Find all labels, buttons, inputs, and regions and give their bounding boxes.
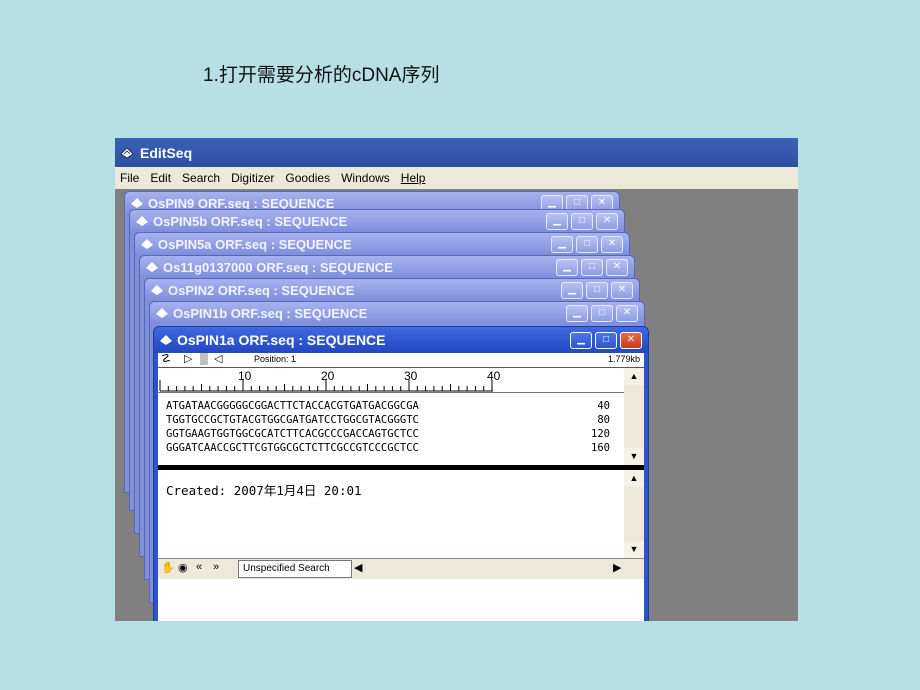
window-title: Os11g0137000 ORF.seq : SEQUENCE [163, 259, 393, 275]
maximize-icon[interactable]: □ [576, 235, 598, 253]
sequence-row: TGGTGCCGCTGTACGTGGCGATGATCCTGGCGTACGGGTC [166, 414, 419, 426]
strand-icon[interactable]: ☡ [161, 353, 171, 366]
stripe-icon[interactable]: ▒ [200, 353, 208, 366]
maximize-icon[interactable]: □ [571, 212, 593, 230]
minimize-icon[interactable]: ▁ [566, 304, 588, 322]
window-ospin1a-active[interactable]: OsPIN1a ORF.seq : SEQUENCE ▁ □ ✕ ☡ ▷ ▒ ◁ P… [153, 326, 649, 621]
window-titlebar[interactable]: OsPIN1b ORF.seq : SEQUENCE ▁ □ ✕ [150, 302, 644, 324]
ruler-label-10: 10 [238, 369, 252, 383]
menu-search[interactable]: Search [177, 171, 225, 185]
sequence-size: 1.779kb [607, 354, 640, 364]
maximize-icon[interactable]: □ [591, 304, 613, 322]
notes-area[interactable]: Created: 2007年1月4日 20:01 [158, 470, 624, 560]
editseq-icon [131, 198, 143, 208]
menu-file[interactable]: File [115, 171, 144, 185]
menu-windows[interactable]: Windows [336, 171, 395, 185]
search-mode-field[interactable]: Unspecified Search [238, 560, 352, 578]
editseq-icon [156, 308, 168, 318]
window-title: OsPIN5b ORF.seq : SEQUENCE [153, 213, 348, 229]
scroll-down-icon[interactable]: ▼ [624, 541, 644, 558]
minimize-icon[interactable]: ▁ [551, 235, 573, 253]
rewind-icon[interactable]: « [196, 561, 202, 573]
position-readout: Position: 1 [254, 354, 297, 364]
close-icon[interactable]: ✕ [606, 258, 628, 276]
notes-scrollbar[interactable]: ▲ ▼ [624, 470, 644, 558]
close-icon[interactable]: ✕ [611, 281, 633, 299]
window-title: OsPIN5a ORF.seq : SEQUENCE [158, 236, 352, 252]
notes-text: Created: 2007年1月4日 20:01 [166, 483, 362, 498]
sequence-editor: ☡ ▷ ▒ ◁ Position: 1 1.779kb 10 20 30 40 [158, 353, 644, 621]
minimize-icon[interactable]: ▁ [546, 212, 568, 230]
maximize-icon[interactable]: □ [581, 258, 603, 276]
play-left-icon[interactable]: ◁ [214, 353, 222, 366]
active-window-titlebar[interactable]: OsPIN1a ORF.seq : SEQUENCE ▁ □ ✕ [154, 327, 648, 353]
ruler-label-30: 30 [404, 369, 418, 383]
window-titlebar[interactable]: OsPIN5b ORF.seq : SEQUENCE ▁ □ ✕ [130, 210, 624, 232]
sequence-row-number: 160 [591, 442, 610, 454]
minimize-icon[interactable]: ▁ [570, 331, 592, 349]
scroll-up-icon[interactable]: ▲ [624, 470, 644, 487]
editseq-icon [141, 239, 153, 249]
fast-forward-icon[interactable]: » [213, 561, 219, 573]
minimize-icon[interactable]: ▁ [556, 258, 578, 276]
maximize-icon[interactable]: □ [595, 331, 617, 349]
sequence-text-area[interactable]: ATGATAACGGGGGCGGACTTCTACCACGTGATGACGGCGA… [158, 393, 624, 465]
close-icon[interactable]: ✕ [620, 331, 642, 349]
sequence-toolbar: ☡ ▷ ▒ ◁ Position: 1 1.779kb [158, 353, 644, 368]
minimize-icon[interactable]: ▁ [561, 281, 583, 299]
app-titlebar[interactable]: EditSeq [115, 138, 798, 167]
hand-icon[interactable]: ✋ [161, 561, 175, 574]
maximize-icon[interactable]: □ [586, 281, 608, 299]
editseq-icon [160, 335, 172, 345]
scroll-down-icon[interactable]: ▼ [624, 448, 644, 465]
play-right-icon[interactable]: ▷ [184, 353, 192, 366]
window-titlebar[interactable]: Os11g0137000 ORF.seq : SEQUENCE ▁ □ ✕ [140, 256, 634, 278]
ruler-ticks [159, 380, 493, 392]
menu-help[interactable]: Help [396, 171, 431, 185]
sequence-scrollbar[interactable]: ▲ ▼ [624, 368, 644, 465]
close-icon[interactable]: ✕ [596, 212, 618, 230]
app-title: EditSeq [140, 144, 193, 161]
eye-icon[interactable]: ◉ [178, 561, 188, 574]
window-titlebar[interactable]: OsPIN2 ORF.seq : SEQUENCE ▁ □ ✕ [145, 279, 639, 301]
editseq-icon [146, 262, 158, 272]
sequence-row: ATGATAACGGGGGCGGACTTCTACCACGTGATGACGGCGA [166, 400, 419, 412]
scroll-left-icon[interactable]: ◀ [354, 561, 362, 574]
sequence-row-number: 120 [591, 428, 610, 440]
close-icon[interactable]: ✕ [601, 235, 623, 253]
active-window-title: OsPIN1a ORF.seq : SEQUENCE [177, 332, 386, 348]
editseq-icon [136, 216, 148, 226]
close-icon[interactable]: ✕ [616, 304, 638, 322]
scroll-right-icon[interactable]: ▶ [613, 561, 621, 574]
window-title: OsPIN1b ORF.seq : SEQUENCE [173, 305, 368, 321]
menubar: File Edit Search Digitizer Goodies Windo… [115, 167, 798, 189]
sequence-ruler: 10 20 30 40 [158, 368, 624, 393]
ruler-label-40: 40 [487, 369, 501, 383]
window-titlebar[interactable]: OsPIN5a ORF.seq : SEQUENCE ▁ □ ✕ [135, 233, 629, 255]
menu-goodies[interactable]: Goodies [280, 171, 335, 185]
editseq-app-window: EditSeq File Edit Search Digitizer Goodi… [115, 138, 798, 621]
menu-digitizer[interactable]: Digitizer [226, 171, 279, 185]
sequence-row: GGGATCAACCGCTTCGTGGCGCTCTTCGCCGTCCCGCTCC [166, 442, 419, 454]
bottom-toolbar: ✋ ◉ « » Unspecified Search ◀ ▶ [158, 558, 644, 579]
ruler-label-20: 20 [321, 369, 335, 383]
sequence-row: GGTGAAGTGGTGGCGCATCTTCACGCCCGACCAGTGCTCC [166, 428, 419, 440]
sequence-row-number: 80 [597, 414, 610, 426]
window-title: OsPIN2 ORF.seq : SEQUENCE [168, 282, 355, 298]
scroll-up-icon[interactable]: ▲ [624, 368, 644, 385]
mdi-area: OsPIN9 ORF.seq : SEQUENCE ▁ □ ✕ OsPIN5b OR… [115, 189, 798, 621]
editseq-icon [151, 285, 163, 295]
slide-title: 1.打开需要分析的cDNA序列 [203, 65, 440, 86]
sequence-row-number: 40 [597, 400, 610, 412]
menu-edit[interactable]: Edit [145, 171, 176, 185]
editseq-icon [120, 146, 134, 158]
